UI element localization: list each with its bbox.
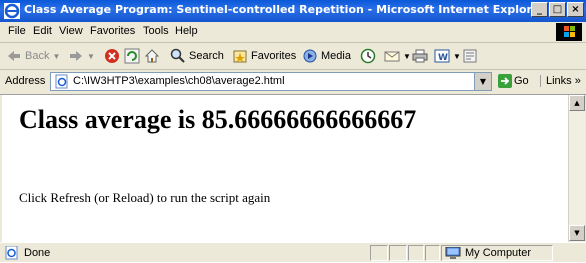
menu-file[interactable]: File: [8, 25, 26, 37]
scroll-up-icon[interactable]: ▲: [569, 95, 585, 111]
links-button[interactable]: Links »: [540, 75, 581, 87]
refresh-button[interactable]: [124, 47, 140, 65]
search-icon: [170, 48, 185, 63]
toolbar: Back ▼ ▼ Search Favorites Media ▼ W ▼: [0, 43, 586, 70]
address-dropdown-icon[interactable]: ▼: [474, 73, 491, 90]
menu-help[interactable]: Help: [175, 25, 198, 37]
discuss-button[interactable]: [462, 47, 478, 65]
search-label: Search: [189, 50, 224, 62]
window-title: Class Average Program: Sentinel-controll…: [24, 3, 545, 16]
stop-icon: [105, 49, 119, 63]
status-pane: [370, 245, 388, 261]
discuss-icon: [463, 49, 477, 63]
media-icon: [303, 49, 317, 63]
media-label: Media: [321, 50, 351, 62]
browser-window: Class Average Program: Sentinel-controll…: [0, 0, 586, 262]
back-arrow-icon: [8, 51, 20, 61]
address-url: C:\IW3HTP3\examples\ch08\average2.html: [73, 75, 285, 87]
go-label: Go: [514, 75, 529, 87]
mail-icon: [384, 51, 400, 62]
close-button[interactable]: ×: [567, 2, 584, 17]
page-done-icon: [5, 246, 18, 260]
favorites-label: Favorites: [251, 50, 297, 62]
back-label: Back: [25, 50, 50, 62]
history-icon: [360, 48, 376, 64]
window-controls: _ □ ×: [531, 2, 584, 17]
edit-button[interactable]: W ▼: [434, 47, 461, 65]
home-icon: [144, 49, 160, 63]
page-content: Class average is 85.66666666666667 Click…: [2, 95, 568, 242]
go-button[interactable]: Go: [498, 74, 529, 88]
forward-button[interactable]: ▼: [68, 47, 95, 65]
title-bar[interactable]: Class Average Program: Sentinel-controll…: [0, 0, 586, 22]
status-bar: Done My Computer: [0, 242, 586, 263]
windows-logo-icon: [556, 23, 582, 41]
status-text: Done: [24, 247, 51, 259]
page-icon: [55, 74, 68, 89]
status-pane: [425, 245, 440, 261]
favorites-button[interactable]: Favorites: [232, 47, 296, 65]
my-computer-icon: [445, 246, 461, 259]
address-bar: Address C:\IW3HTP3\examples\ch08\average…: [0, 70, 586, 95]
ie-icon: [4, 3, 20, 19]
go-arrow-icon: [498, 74, 512, 88]
status-pane: [408, 245, 424, 261]
back-button[interactable]: Back ▼: [6, 47, 60, 65]
address-label: Address: [5, 75, 46, 87]
minimize-button[interactable]: _: [531, 2, 548, 17]
menu-favorites[interactable]: Favorites: [90, 25, 135, 37]
security-zone: My Computer: [441, 245, 553, 261]
menu-bar: File Edit View Favorites Tools Help: [0, 22, 586, 43]
favorites-icon: [233, 50, 247, 63]
address-input[interactable]: C:\IW3HTP3\examples\ch08\average2.html ▼: [50, 72, 492, 91]
refresh-icon: [124, 48, 140, 64]
mail-button[interactable]: ▼: [384, 47, 411, 65]
svg-text:W: W: [438, 53, 448, 63]
stop-button[interactable]: [104, 47, 120, 65]
menu-tools[interactable]: Tools: [143, 25, 169, 37]
print-icon: [412, 49, 428, 63]
menu-edit[interactable]: Edit: [33, 25, 52, 37]
media-button[interactable]: Media: [302, 47, 351, 65]
maximize-button[interactable]: □: [549, 2, 566, 17]
history-button[interactable]: [360, 47, 376, 65]
status-pane: [389, 245, 407, 261]
menu-view[interactable]: View: [59, 25, 83, 37]
vertical-scrollbar[interactable]: ▲ ▼: [568, 95, 585, 242]
search-button[interactable]: Search: [170, 47, 224, 65]
print-button[interactable]: [412, 47, 428, 65]
scroll-down-icon[interactable]: ▼: [569, 225, 585, 241]
zone-label: My Computer: [465, 247, 532, 259]
word-icon: W: [434, 49, 450, 63]
home-button[interactable]: [144, 47, 160, 65]
page-message: Click Refresh (or Reload) to run the scr…: [19, 190, 271, 205]
forward-arrow-icon: [70, 51, 82, 61]
page-heading: Class average is 85.66666666666667: [19, 105, 417, 134]
